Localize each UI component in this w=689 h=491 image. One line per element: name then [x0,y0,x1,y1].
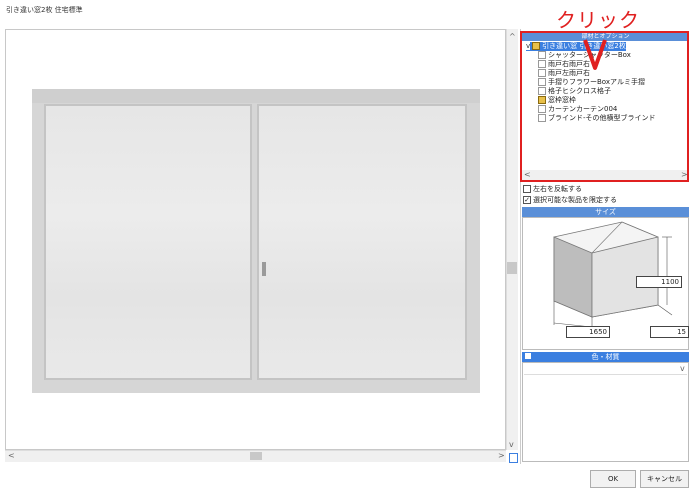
limit-label: 選択可能な製品を限定する [533,196,617,204]
window-head-rail [32,89,480,103]
canvas-vertical-scrollbar[interactable] [506,29,518,450]
color-section-header: 色・材質 [522,352,689,362]
color-expand-icon[interactable] [525,353,531,359]
limit-option[interactable]: ✓ 選択可能な製品を限定する [523,195,617,205]
highlight-box [520,31,689,182]
cancel-button[interactable]: キャンセル [640,470,689,488]
color-list[interactable] [522,362,689,462]
scroll-left-icon[interactable]: < [8,451,15,461]
width-field[interactable]: 1650 [566,326,610,338]
scroll-right-icon[interactable]: > [498,451,505,461]
vertical-scroll-thumb[interactable] [507,262,517,274]
window-sash-left [44,104,252,380]
horizontal-scroll-thumb[interactable] [250,452,262,460]
ok-button[interactable]: OK [590,470,636,488]
click-annotation: クリック [556,8,640,32]
height-field[interactable]: 1100 [636,276,682,288]
scroll-down-icon[interactable]: v [509,440,514,450]
flip-option[interactable]: 左右を反転する [523,184,582,194]
scroll-up-icon[interactable]: ^ [509,32,516,42]
limit-checkbox[interactable]: ✓ [523,196,531,204]
color-dropdown[interactable] [524,364,687,375]
flip-label: 左右を反転する [533,185,582,193]
flip-checkbox[interactable] [523,185,531,193]
window-sash-right [257,104,467,380]
size-section-header: サイズ [522,207,689,217]
chevron-down-icon[interactable]: v [680,364,685,374]
fit-view-icon[interactable] [509,453,518,463]
depth-field[interactable]: 15 [650,326,689,338]
window-latch [262,262,266,276]
window-title: 引き違い窓2枚 住宅標準 [6,6,83,14]
